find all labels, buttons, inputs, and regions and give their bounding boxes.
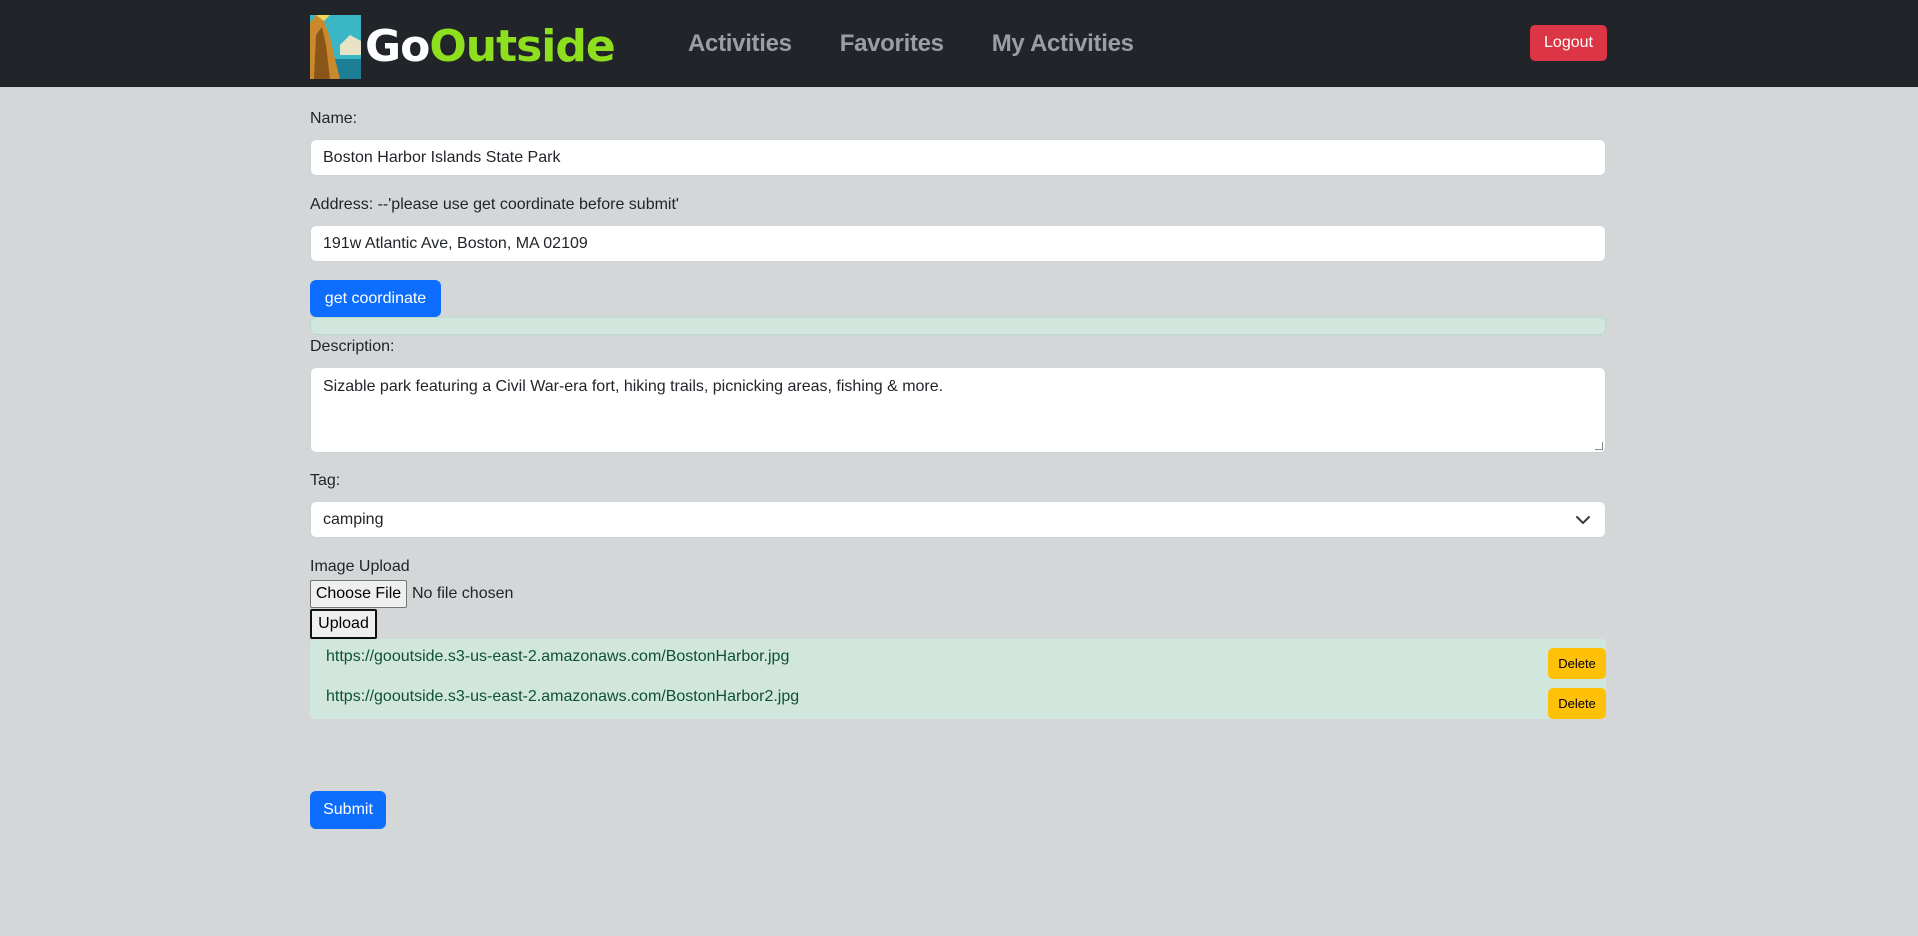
description-label: Description:	[310, 338, 395, 355]
coordinate-result-bar	[310, 317, 1606, 335]
image-url-item: https://gooutside.s3-us-east-2.amazonaws…	[326, 648, 790, 665]
name-label: Name:	[310, 110, 358, 127]
nav-link-favorites[interactable]: Favorites	[840, 30, 944, 58]
logo[interactable]: GoOutside	[310, 15, 616, 79]
image-upload-label: Image Upload	[310, 558, 410, 575]
tag-select[interactable]: camping	[310, 501, 1606, 538]
nav-link-my-activities[interactable]: My Activities	[992, 30, 1134, 58]
logo-image	[310, 15, 361, 79]
address-label: Address: --'please use get coordinate be…	[310, 196, 679, 213]
name-input[interactable]: Boston Harbor Islands State Park	[310, 139, 1606, 176]
submit-button[interactable]: Submit	[310, 791, 386, 829]
tag-selected-value: camping	[323, 511, 384, 528]
nav-links: Activities Favorites My Activities	[688, 0, 1182, 87]
logo-text: GoOutside	[365, 15, 616, 79]
delete-image-button[interactable]: Delete	[1548, 688, 1606, 719]
logo-text-go: Go	[365, 21, 430, 72]
address-input[interactable]: 191w Atlantic Ave, Boston, MA 02109	[310, 225, 1606, 262]
resize-handle-icon[interactable]	[1595, 442, 1603, 450]
file-status-text: No file chosen	[412, 585, 514, 602]
description-text: Sizable park featuring a Civil War-era f…	[323, 378, 944, 395]
image-url-item: https://gooutside.s3-us-east-2.amazonaws…	[326, 688, 800, 705]
chevron-down-icon	[1576, 516, 1590, 524]
delete-image-button[interactable]: Delete	[1548, 648, 1606, 679]
file-input: Choose File No file chosen	[310, 580, 513, 608]
get-coordinate-button[interactable]: get coordinate	[310, 280, 441, 317]
tag-label: Tag:	[310, 472, 341, 489]
nav-link-activities[interactable]: Activities	[688, 30, 792, 58]
description-textarea[interactable]: Sizable park featuring a Civil War-era f…	[310, 367, 1606, 453]
choose-file-button[interactable]: Choose File	[310, 580, 407, 608]
navbar: GoOutside Activities Favorites My Activi…	[0, 0, 1918, 87]
uploaded-images-list: https://gooutside.s3-us-east-2.amazonaws…	[310, 639, 1606, 719]
upload-button[interactable]: Upload	[310, 609, 377, 639]
logo-text-outside: Outside	[429, 21, 615, 72]
logout-button[interactable]: Logout	[1530, 25, 1607, 61]
